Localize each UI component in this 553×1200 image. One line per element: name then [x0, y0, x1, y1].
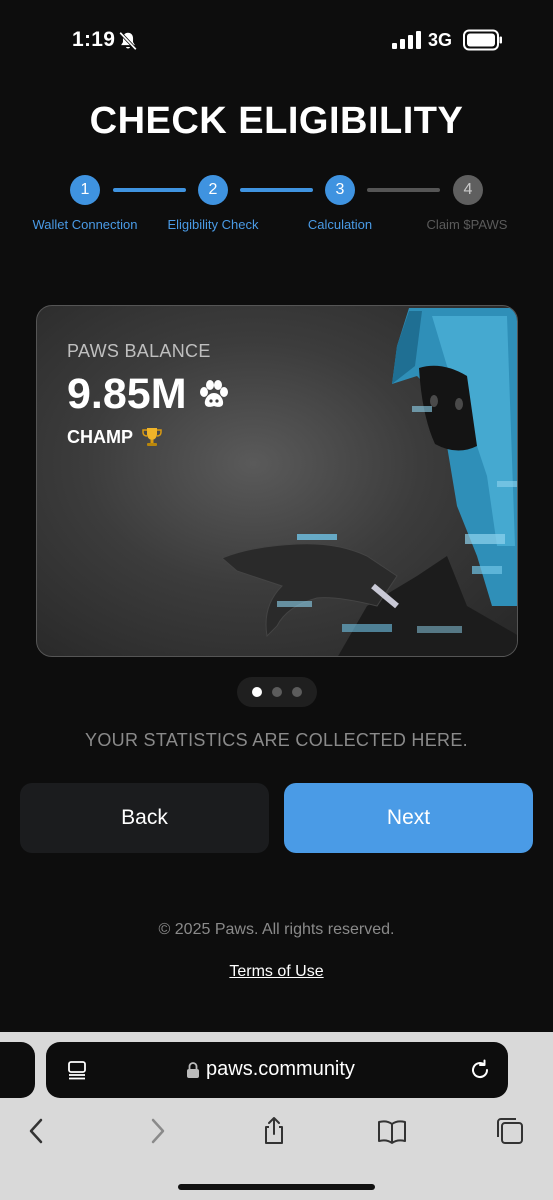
browser-toolbar: paws.community: [0, 1032, 553, 1200]
home-indicator: [178, 1184, 375, 1190]
address-bar[interactable]: paws.community: [46, 1042, 508, 1098]
step-4-label: Claim $PAWS: [426, 217, 508, 232]
trophy-icon: [142, 428, 162, 446]
step-connector-3: [367, 188, 440, 192]
lock-icon: [187, 1062, 199, 1078]
step-connector-1: [113, 188, 186, 192]
url-text: paws.community: [206, 1058, 355, 1080]
step-1-circle: 1: [70, 175, 100, 205]
progress-stepper: 1 2 3 4 Wallet Connection Eligibility Ch…: [0, 172, 553, 242]
step-3-circle: 3: [325, 175, 355, 205]
carousel-dot-1[interactable]: [252, 687, 262, 697]
step-4-circle: 4: [453, 175, 483, 205]
balance-card[interactable]: PAWS BALANCE 9.85M CHAMP: [36, 305, 518, 657]
balance-value: 9.85M: [67, 370, 187, 418]
back-button[interactable]: Back: [20, 783, 269, 853]
tabs-icon[interactable]: [495, 1116, 525, 1146]
forward-icon[interactable]: [142, 1116, 172, 1146]
paw-icon: [199, 379, 228, 407]
rank-label: CHAMP: [67, 426, 133, 447]
share-icon[interactable]: [259, 1116, 289, 1146]
copyright-text: © 2025 Paws. All rights reserved.: [158, 921, 395, 938]
page-title: CHECK ELIGIBILITY: [89, 100, 464, 142]
step-connector-2: [240, 188, 313, 192]
carousel-dots: [237, 677, 317, 707]
next-button[interactable]: Next: [284, 783, 533, 853]
previous-tab-preview[interactable]: [0, 1042, 35, 1098]
step-3-label: Calculation: [307, 217, 373, 232]
bookmarks-icon[interactable]: [377, 1116, 407, 1146]
reload-icon[interactable]: [468, 1058, 492, 1082]
rank-row: CHAMP: [67, 426, 163, 448]
step-2-circle: 2: [198, 175, 228, 205]
status-time: 1:19: [72, 28, 116, 51]
carousel-dot-2[interactable]: [272, 687, 282, 697]
status-bar: 1:19 3G: [0, 0, 553, 80]
step-1-label: Wallet Connection: [32, 217, 138, 232]
balance-value-row: 9.85M: [67, 370, 233, 419]
step-2-label: Eligibility Check: [167, 217, 259, 232]
back-icon[interactable]: [22, 1116, 52, 1146]
signal-icon: [392, 31, 421, 49]
page-menu-icon[interactable]: [66, 1059, 88, 1081]
battery-icon: [463, 29, 502, 51]
carousel-dot-3[interactable]: [292, 687, 302, 697]
network-label: 3G: [428, 30, 453, 50]
bell-slash-icon: [119, 31, 137, 51]
terms-of-use-link[interactable]: Terms of Use: [0, 963, 553, 981]
balance-label: PAWS BALANCE: [67, 341, 211, 361]
stats-caption: YOUR STATISTICS ARE COLLECTED HERE.: [85, 730, 468, 750]
